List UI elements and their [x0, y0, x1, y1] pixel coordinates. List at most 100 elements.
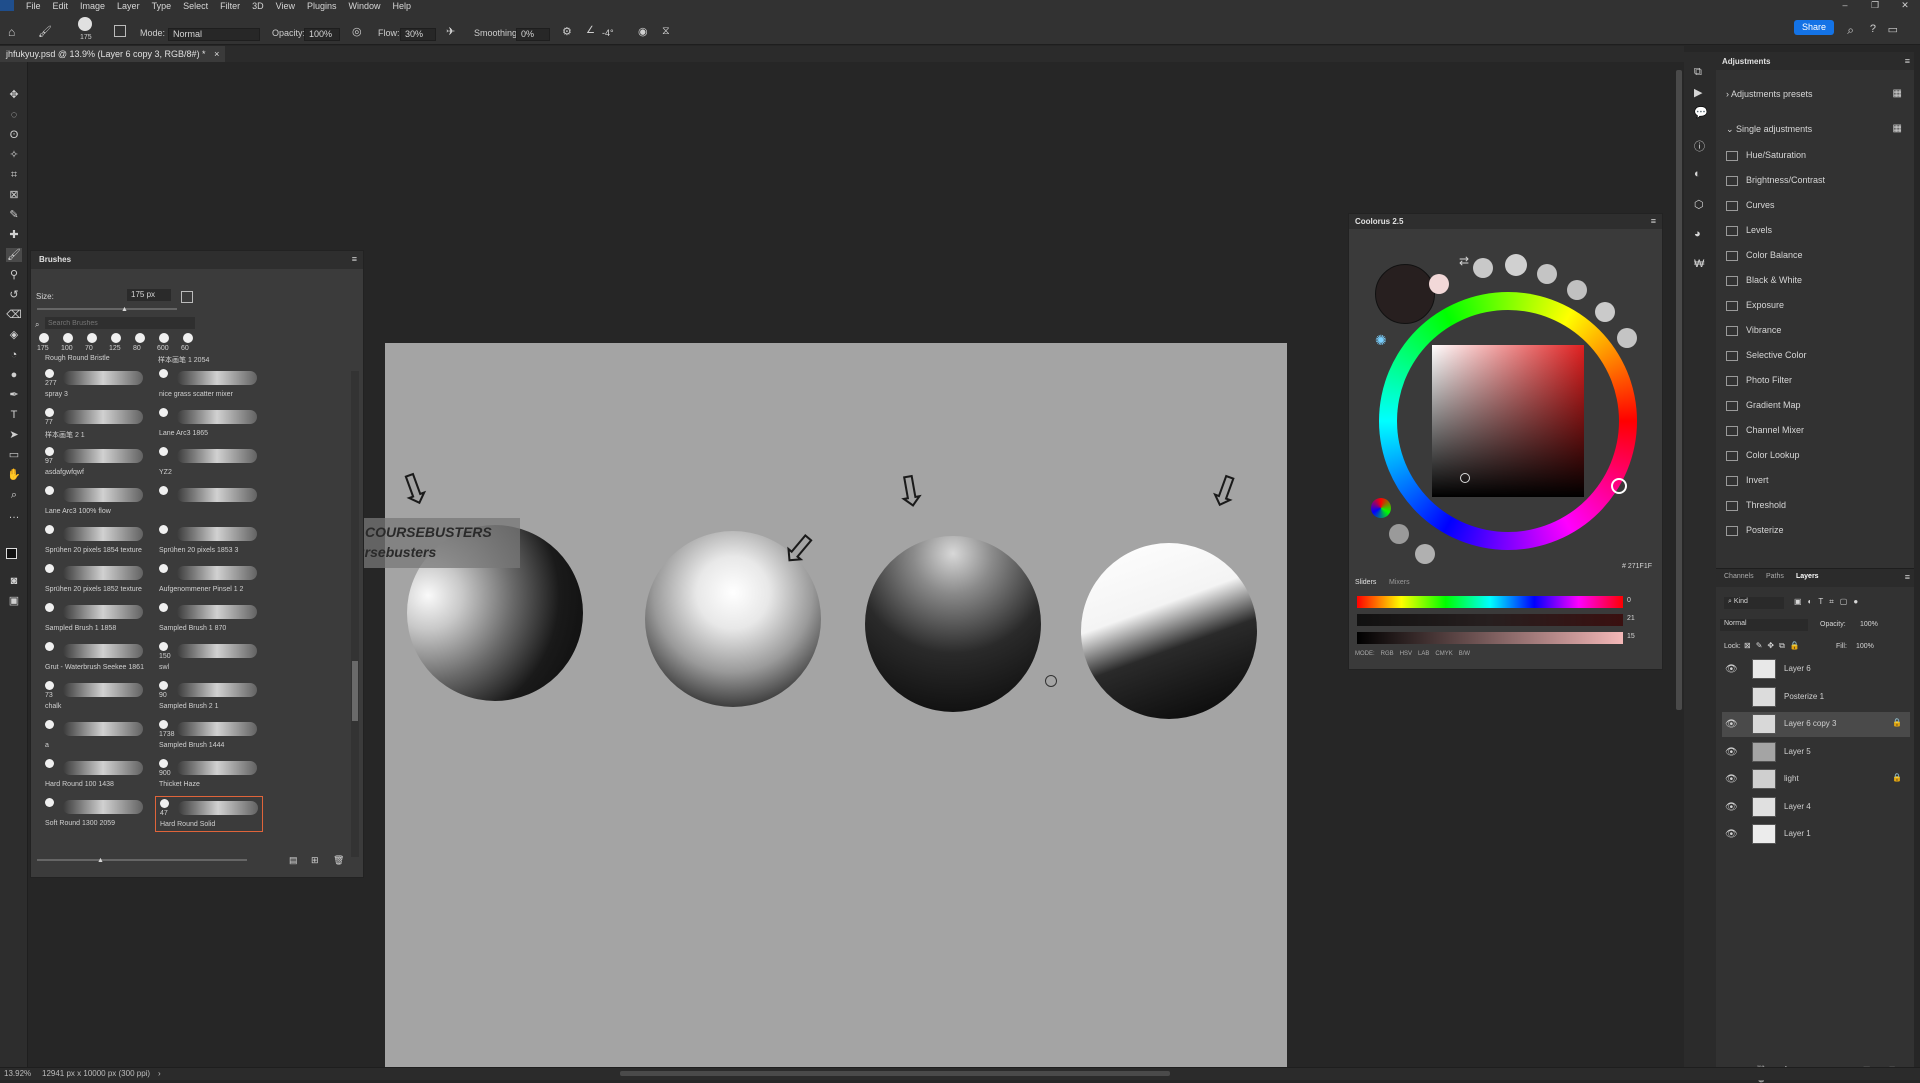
status-arrow-icon[interactable]: › — [158, 1069, 161, 1078]
visibility-eye-icon[interactable]: 👁 — [1725, 802, 1738, 813]
channels-tab[interactable]: Channels — [1724, 573, 1754, 580]
horizontal-scrollbar[interactable] — [620, 1071, 1170, 1076]
paths-tab[interactable]: Paths — [1766, 573, 1784, 580]
layer-row[interactable]: 👁 Layer 6 — [1722, 657, 1910, 682]
document-tab[interactable]: jhfukyuy.psd @ 13.9% (Layer 6 copy 3, RG… — [0, 46, 226, 62]
mode-hsv[interactable]: HSV — [1400, 651, 1412, 657]
mode-rgb[interactable]: RGB — [1381, 651, 1394, 657]
share-button[interactable]: Share — [1794, 20, 1834, 35]
menu-plugins[interactable]: Plugins — [301, 1, 343, 11]
crop-tool-icon[interactable]: ⌗ — [6, 168, 22, 182]
adjustment-levels[interactable]: Levels — [1726, 225, 1772, 236]
document-canvas[interactable]: ⇩ ⇩ ⇩ ⇩ — [385, 343, 1287, 1067]
gamut-preset-2-icon[interactable] — [1505, 254, 1527, 276]
adjustment-vibrance[interactable]: Vibrance — [1726, 325, 1781, 336]
menu-filter[interactable]: Filter — [214, 1, 246, 11]
history-brush-icon[interactable]: ↺ — [6, 288, 22, 302]
magic-wand-tool-icon[interactable]: ✧ — [6, 148, 22, 162]
preview-slider-handle-icon[interactable]: ▲ — [97, 857, 104, 864]
restore-icon[interactable]: ❐ — [1860, 0, 1890, 11]
brush-preset[interactable]: Sampled Brush 1 870 — [155, 601, 263, 637]
recent-brush-6[interactable] — [159, 333, 169, 343]
blend-mode-select[interactable]: Normal — [1720, 619, 1808, 631]
filter-kind-select[interactable]: ⌕ Kind — [1724, 597, 1784, 609]
saturation-value-square[interactable] — [1432, 345, 1584, 497]
airbrush-icon[interactable]: ✈ — [446, 25, 455, 38]
visibility-eye-icon[interactable]: 👁 — [1725, 719, 1738, 730]
gamut-preset-4-icon[interactable] — [1567, 280, 1587, 300]
mode-select[interactable]: Normal — [168, 28, 260, 41]
adjustment-black-white[interactable]: Black & White — [1726, 275, 1802, 286]
brush-preset[interactable]: 90 Sampled Brush 2 1 — [155, 679, 263, 715]
close-icon[interactable]: ✕ — [1890, 0, 1920, 11]
menu-image[interactable]: Image — [74, 1, 111, 11]
sliders-tab[interactable]: Sliders — [1355, 579, 1376, 586]
pressure-opacity-icon[interactable]: ◎ — [352, 25, 362, 38]
brush-preset[interactable]: 97 asdafgwfqwf — [41, 445, 149, 481]
hue-slider[interactable] — [1357, 596, 1623, 608]
adjustment-brightness-contrast[interactable]: Brightness/Contrast — [1726, 175, 1825, 186]
comments-icon[interactable]: 💬 — [1694, 106, 1708, 119]
hue-picker-handle[interactable] — [1611, 478, 1627, 494]
healing-tool-icon[interactable]: ✚ — [6, 228, 22, 242]
layers-tab[interactable]: Layers — [1796, 573, 1819, 580]
trash-icon[interactable]: 🗑 — [333, 855, 344, 866]
eyedropper-tool-icon[interactable]: ✎ — [6, 208, 22, 222]
search-icon[interactable]: ⌕ — [1847, 23, 1854, 38]
saturation-value[interactable]: 21 — [1627, 615, 1635, 622]
play-icon[interactable] — [1415, 544, 1435, 564]
recent-brush-2[interactable] — [63, 333, 73, 343]
visibility-eye-icon[interactable]: 👁 — [1725, 829, 1738, 840]
adjustment-color-balance[interactable]: Color Balance — [1726, 250, 1803, 261]
brush-preset[interactable]: 277 spray 3 — [41, 367, 149, 403]
menu-edit[interactable]: Edit — [47, 1, 75, 11]
adjustment-curves[interactable]: Curves — [1726, 200, 1775, 211]
stamp-tool-icon[interactable]: ⚲ — [6, 268, 22, 282]
brush-preset[interactable]: Sprühen 20 pixels 1854 texture — [41, 523, 149, 559]
adjustment-threshold[interactable]: Threshold — [1726, 500, 1786, 511]
mode-lab[interactable]: LAB — [1418, 651, 1429, 657]
quick-mask-icon[interactable]: ◙ — [6, 574, 22, 588]
swap-colors-icon[interactable]: ⇄ — [1459, 254, 1469, 268]
close-tab-icon[interactable]: × — [214, 49, 219, 59]
opacity-field[interactable]: 100% — [304, 28, 340, 41]
layers-menu-icon[interactable]: ≡ — [1905, 572, 1910, 582]
layer-row[interactable]: Posterize 1 — [1722, 685, 1910, 710]
menu-select[interactable]: Select — [177, 1, 214, 11]
menu-file[interactable]: File — [20, 1, 47, 11]
visibility-eye-icon[interactable]: 👁 — [1725, 747, 1738, 758]
brush-preset[interactable]: Sampled Brush 1 1858 — [41, 601, 149, 637]
size-slider-track[interactable] — [37, 308, 177, 310]
triangle-mode-icon[interactable] — [1389, 524, 1409, 544]
gamut-preset-6-icon[interactable] — [1617, 328, 1637, 348]
brush-preset[interactable]: 73 chalk — [41, 679, 149, 715]
brush-preset[interactable]: 150 swl — [155, 640, 263, 676]
flow-field[interactable]: 30% — [400, 28, 436, 41]
path-select-icon[interactable]: ➤ — [6, 428, 22, 442]
brightness-slider[interactable] — [1357, 632, 1623, 644]
recent-brush-4[interactable] — [111, 333, 121, 343]
3d-icon[interactable]: ⬡ — [1694, 198, 1704, 211]
brush-preset[interactable] — [155, 484, 263, 520]
brush-preset[interactable]: Soft Round 1300 2059 — [41, 796, 149, 832]
glyphs-icon[interactable]: ₩ — [1694, 258, 1704, 270]
saturation-slider[interactable] — [1357, 614, 1623, 626]
panel-menu-icon[interactable]: ≡ — [352, 254, 357, 264]
brush-preset-icon[interactable] — [78, 17, 92, 31]
visibility-eye-icon[interactable]: 👁 — [1725, 774, 1738, 785]
minimize-icon[interactable]: – — [1830, 0, 1860, 11]
recent-brush-7[interactable] — [183, 333, 193, 343]
size-field[interactable]: 175 px — [127, 289, 171, 301]
brush-list-scrollbar[interactable] — [351, 371, 359, 857]
adjustment-color-lookup[interactable]: Color Lookup — [1726, 450, 1800, 461]
brush-tool-icon[interactable]: 🖌 — [6, 248, 22, 262]
brush-preset[interactable]: 47 Hard Round Solid — [155, 796, 263, 832]
scrollbar-thumb[interactable] — [352, 661, 358, 721]
brush-preset[interactable]: 900 Thicket Haze — [155, 757, 263, 793]
brush-settings-icon[interactable] — [114, 25, 126, 37]
search-brushes-input[interactable] — [45, 317, 195, 329]
brush-preset[interactable]: Aufgenommener Pinsel 1 2 — [155, 562, 263, 598]
menu-help[interactable]: Help — [387, 1, 418, 11]
paint-bucket-icon[interactable]: ◈ — [6, 328, 22, 342]
brush-preset[interactable]: Sprühen 20 pixels 1853 3 — [155, 523, 263, 559]
